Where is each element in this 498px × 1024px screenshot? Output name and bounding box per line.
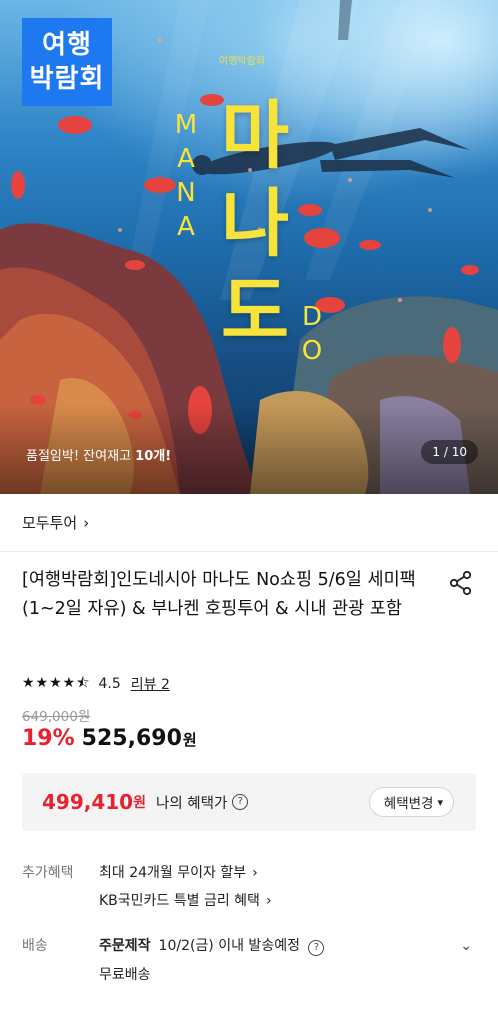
original-price: 649,000원 xyxy=(22,709,91,725)
benefit-label: 나의 혜택가 xyxy=(155,795,228,812)
review-link[interactable]: 리뷰 2 xyxy=(131,674,170,694)
star-rating-icon: ★★★★⯪ xyxy=(22,675,91,691)
badge-line2: 박람회 xyxy=(29,64,105,94)
extra-benefit-label: 추가혜택 xyxy=(22,865,74,881)
chevron-right-icon: › xyxy=(265,893,272,909)
hero-title-char: 마 xyxy=(220,93,290,179)
brand-name: 모두투어 xyxy=(22,514,78,532)
mana-char: M xyxy=(174,110,200,140)
help-icon[interactable]: ? xyxy=(232,794,249,810)
mana-char: A xyxy=(177,144,197,174)
mana-char: N xyxy=(176,178,198,208)
change-benefit-label: 혜택변경 xyxy=(383,796,434,812)
benefit-price: 499,410 xyxy=(42,790,134,814)
small-expo-logo: 여행박람회 xyxy=(219,56,265,67)
benefit-currency: 원 xyxy=(133,795,146,811)
chevron-right-icon: › xyxy=(83,513,90,532)
rating-row: ★★★★⯪ 4.5 리뷰 2 xyxy=(22,672,170,696)
shipping-fee: 무료배송 xyxy=(99,967,151,983)
sale-price: 525,690 xyxy=(81,726,182,751)
card-benefit-text: KB국민카드 특별 금리 혜택 xyxy=(99,893,260,909)
chevron-down-icon[interactable]: ⌄ xyxy=(460,938,472,954)
chevron-right-icon: › xyxy=(252,865,258,881)
shipping-schedule: 주문제작 10/2(금) 이내 발송예정 ? xyxy=(99,935,325,956)
shipping-type: 주문제작 xyxy=(99,938,151,954)
do-char: O xyxy=(301,336,323,366)
mana-char: A xyxy=(177,212,197,242)
mana-vertical-text: M A N A xyxy=(172,108,202,244)
change-benefit-button[interactable]: 혜택변경 ▾ xyxy=(368,787,454,817)
stock-count: 10개! xyxy=(135,449,172,464)
shipping-date: 10/2(금) 이내 발송예정 xyxy=(158,938,300,954)
shipping-label: 배송 xyxy=(22,938,48,954)
price-row: 19% 525,690 원 xyxy=(22,726,197,751)
hero-title-char: 도 xyxy=(220,269,290,355)
badge-line1: 여행 xyxy=(42,30,92,60)
share-icon[interactable] xyxy=(448,570,474,596)
do-char: D xyxy=(301,302,323,332)
do-vertical-text: D O xyxy=(297,300,327,368)
travel-expo-badge: 여행 박람회 xyxy=(22,18,112,106)
discount-rate: 19% xyxy=(22,726,75,751)
installment-link[interactable]: 최대 24개월 무이자 할부 › xyxy=(99,862,258,882)
product-title: [여행박람회]인도네시아 마나도 No쇼핑 5/6일 세미팩 (1~2일 자유)… xyxy=(22,570,416,619)
help-icon[interactable]: ? xyxy=(308,940,325,956)
chevron-down-icon: ▾ xyxy=(437,795,443,809)
stock-prefix: 품절임박! 잔여재고 xyxy=(26,449,136,464)
hero-title-manado: 마 나 도 xyxy=(218,92,292,356)
hero-title-char: 나 xyxy=(220,181,290,267)
product-image-carousel[interactable]: 여행 박람회 여행박람회 M A N A 마 나 도 D O 품절임박! 잔여재… xyxy=(0,0,498,494)
rating-value: 4.5 xyxy=(98,676,121,692)
currency-unit: 원 xyxy=(182,731,197,749)
card-benefit-link[interactable]: KB국민카드 특별 금리 혜택 › xyxy=(99,890,272,910)
carousel-page-counter: 1 / 10 xyxy=(421,440,478,464)
brand-link[interactable]: 모두투어 › xyxy=(0,494,498,552)
low-stock-notice: 품절임박! 잔여재고 10개! xyxy=(26,445,171,464)
installment-text: 최대 24개월 무이자 할부 xyxy=(99,865,247,881)
my-benefit-box: 499,410 원 나의 혜택가 ? 혜택변경 ▾ xyxy=(22,773,476,831)
